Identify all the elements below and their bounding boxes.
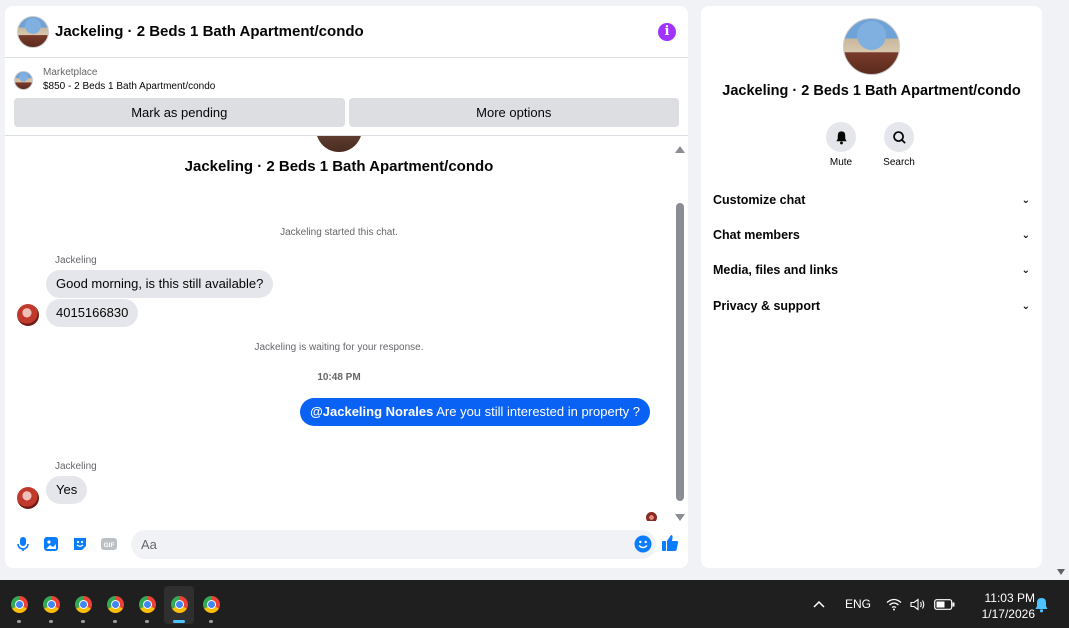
conversation-title: Jackeling · 2 Beds 1 Bath Apartment/cond… <box>184 158 494 175</box>
sender-name: Jackeling <box>55 255 97 266</box>
clock-time: 11:03 PM <box>984 591 1035 605</box>
chrome-icon <box>203 596 220 613</box>
search-icon <box>892 130 906 144</box>
taskbar-chrome-app[interactable] <box>100 586 130 624</box>
menu-chat-members[interactable]: Chat members ⌄ <box>713 225 1030 245</box>
chat-info-panel: Jackeling · 2 Beds 1 Bath Apartment/cond… <box>701 6 1042 568</box>
info-icon[interactable]: i <box>658 22 676 41</box>
incoming-message[interactable]: Yes <box>46 476 88 504</box>
listing-actions: Mark as pending More options <box>5 98 688 136</box>
svg-text:GIF: GIF <box>104 542 115 549</box>
mute-label: Mute <box>829 157 853 168</box>
chat-panel: Jackeling · 2 Beds 1 Bath Apartment/cond… <box>5 6 688 568</box>
sticker-icon[interactable] <box>71 535 89 553</box>
marketplace-listing[interactable]: Marketplace $850 - 2 Beds 1 Bath Apartme… <box>5 58 688 98</box>
volume-icon[interactable] <box>910 598 926 611</box>
like-icon[interactable] <box>660 533 680 553</box>
clock-date: 1/17/2026 <box>981 607 1035 621</box>
message-input[interactable]: Aa <box>131 530 656 559</box>
page-scroll-down-arrow[interactable] <box>1057 569 1065 575</box>
listing-thumbnail <box>14 70 33 90</box>
more-options-button[interactable]: More options <box>348 98 679 127</box>
chat-header: Jackeling · 2 Beds 1 Bath Apartment/cond… <box>5 6 688 58</box>
composer: GIF Aa <box>5 528 688 562</box>
chrome-icon <box>107 596 124 613</box>
chrome-icon <box>171 596 188 613</box>
taskbar-chrome-app-active[interactable] <box>164 586 194 624</box>
taskbar-chrome-app[interactable] <box>36 586 66 624</box>
scroll-down-arrow[interactable] <box>675 514 685 521</box>
outgoing-message-text: Are you still interested in property ? <box>433 404 640 419</box>
marketplace-label: Marketplace <box>43 67 98 78</box>
image-icon[interactable] <box>42 535 60 553</box>
microphone-icon[interactable] <box>14 535 32 553</box>
profile-avatar[interactable] <box>843 18 900 75</box>
taskbar: ENG 11:03 PM 1/17/2026 <box>0 580 1069 628</box>
sender-name: Jackeling <box>55 461 97 472</box>
chevron-up-icon[interactable] <box>812 599 826 609</box>
mute-button[interactable]: Mute <box>816 122 866 168</box>
notification-bell-icon[interactable] <box>1034 597 1049 613</box>
emoji-icon[interactable] <box>634 535 652 553</box>
chrome-icon <box>75 596 92 613</box>
taskbar-chrome-app[interactable] <box>68 586 98 624</box>
menu-customize-chat[interactable]: Customize chat ⌄ <box>713 190 1030 210</box>
bell-icon <box>835 130 847 144</box>
chrome-icon <box>43 596 60 613</box>
waiting-notice: Jackeling is waiting for your response. <box>254 342 424 353</box>
scroll-up-arrow[interactable] <box>675 146 685 153</box>
mark-as-pending-button[interactable]: Mark as pending <box>14 98 345 127</box>
language-indicator[interactable]: ENG <box>845 580 871 628</box>
read-receipt-avatar <box>646 512 657 521</box>
info-title: Jackeling · 2 Beds 1 Bath Apartment/cond… <box>722 83 1021 99</box>
chevron-down-icon: ⌄ <box>1021 264 1030 276</box>
conversation-avatar <box>316 136 362 152</box>
chevron-down-icon: ⌄ <box>1021 229 1030 241</box>
menu-label: Customize chat <box>713 193 806 207</box>
message-timestamp: 10:48 PM <box>317 372 361 383</box>
menu-privacy-support[interactable]: Privacy & support ⌄ <box>713 296 1030 316</box>
outgoing-message[interactable]: @Jackeling Norales Are you still interes… <box>300 398 650 426</box>
mention[interactable]: @Jackeling Norales <box>310 404 433 419</box>
gif-icon[interactable]: GIF <box>100 535 118 553</box>
taskbar-chrome-app[interactable] <box>4 586 34 624</box>
incoming-message[interactable]: 4015166830 <box>46 299 139 327</box>
chrome-icon <box>139 596 156 613</box>
menu-label: Media, files and links <box>713 263 839 277</box>
system-clock[interactable]: 11:03 PM 1/17/2026 <box>963 590 1035 622</box>
scroll-thumb[interactable] <box>676 203 684 501</box>
message-list: Jackeling · 2 Beds 1 Bath Apartment/cond… <box>5 136 673 521</box>
listing-title: $850 - 2 Beds 1 Bath Apartment/condo <box>43 81 216 92</box>
chrome-icon <box>11 596 28 613</box>
chat-started-notice: Jackeling started this chat. <box>280 227 398 238</box>
taskbar-chrome-app[interactable] <box>132 586 162 624</box>
sender-avatar[interactable] <box>17 487 39 509</box>
chat-header-title[interactable]: Jackeling · 2 Beds 1 Bath Apartment/cond… <box>55 23 658 40</box>
taskbar-chrome-app[interactable] <box>196 586 226 624</box>
search-button[interactable]: Search <box>874 122 924 168</box>
menu-label: Privacy & support <box>713 299 820 313</box>
message-input-placeholder: Aa <box>141 537 157 552</box>
chevron-down-icon: ⌄ <box>1021 194 1030 206</box>
menu-media-files-links[interactable]: Media, files and links ⌄ <box>713 260 1030 280</box>
wifi-icon[interactable] <box>886 598 902 611</box>
message-scrollbar[interactable] <box>675 140 685 524</box>
menu-label: Chat members <box>713 228 800 242</box>
incoming-message[interactable]: Good morning, is this still available? <box>46 270 274 298</box>
sender-avatar[interactable] <box>17 304 39 326</box>
listing-avatar[interactable] <box>17 15 49 48</box>
chevron-down-icon: ⌄ <box>1021 300 1030 312</box>
search-label: Search <box>883 157 915 168</box>
battery-icon[interactable] <box>934 599 955 610</box>
